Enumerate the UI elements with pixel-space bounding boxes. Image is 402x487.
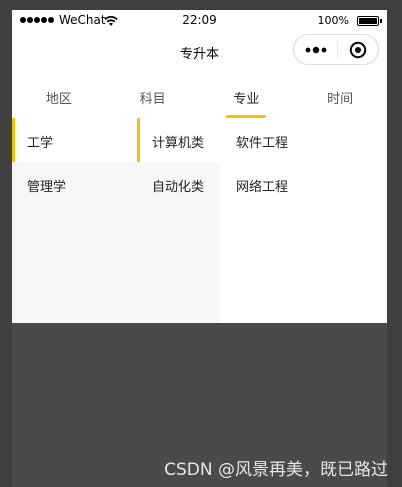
tab-subject[interactable]: 科目 (106, 82, 200, 118)
tab-region[interactable]: 地区 (12, 82, 106, 118)
phone-screen: WeChat 22:09 100% 专升本 地区 科目 专业 时间 工学 管理学… (12, 10, 387, 323)
tab-major[interactable]: 专业 (200, 82, 294, 118)
major-list: 软件工程 网络工程 (220, 118, 387, 323)
status-bar: WeChat 22:09 100% (12, 10, 387, 32)
major-item-network-engineering[interactable]: 网络工程 (220, 162, 387, 206)
screen: WeChat 22:09 100% 专升本 地区 科目 专业 时间 工学 管理学… (0, 0, 402, 487)
category-list: 工学 管理学 (12, 118, 137, 323)
category-item-engineering[interactable]: 工学 (12, 118, 137, 162)
more-icon[interactable] (305, 45, 329, 55)
filter-tabs: 地区 科目 专业 时间 (12, 82, 387, 118)
subcategory-item-automation[interactable]: 自动化类 (137, 162, 220, 206)
close-miniprogram-icon[interactable] (349, 41, 367, 59)
nav-bar: 专升本 (12, 32, 387, 72)
menu-capsule (293, 34, 379, 65)
capsule-divider (337, 42, 338, 58)
subcategory-item-computer[interactable]: 计算机类 (137, 118, 220, 162)
battery-icon (357, 16, 382, 26)
category-item-management[interactable]: 管理学 (12, 162, 137, 206)
tab-time[interactable]: 时间 (293, 82, 387, 118)
major-item-software-engineering[interactable]: 软件工程 (220, 118, 387, 162)
watermark: CSDN @风景再美，既已路过 (164, 460, 388, 480)
subcategory-list: 计算机类 自动化类 (137, 118, 220, 323)
battery-percent: 100% (317, 14, 349, 27)
